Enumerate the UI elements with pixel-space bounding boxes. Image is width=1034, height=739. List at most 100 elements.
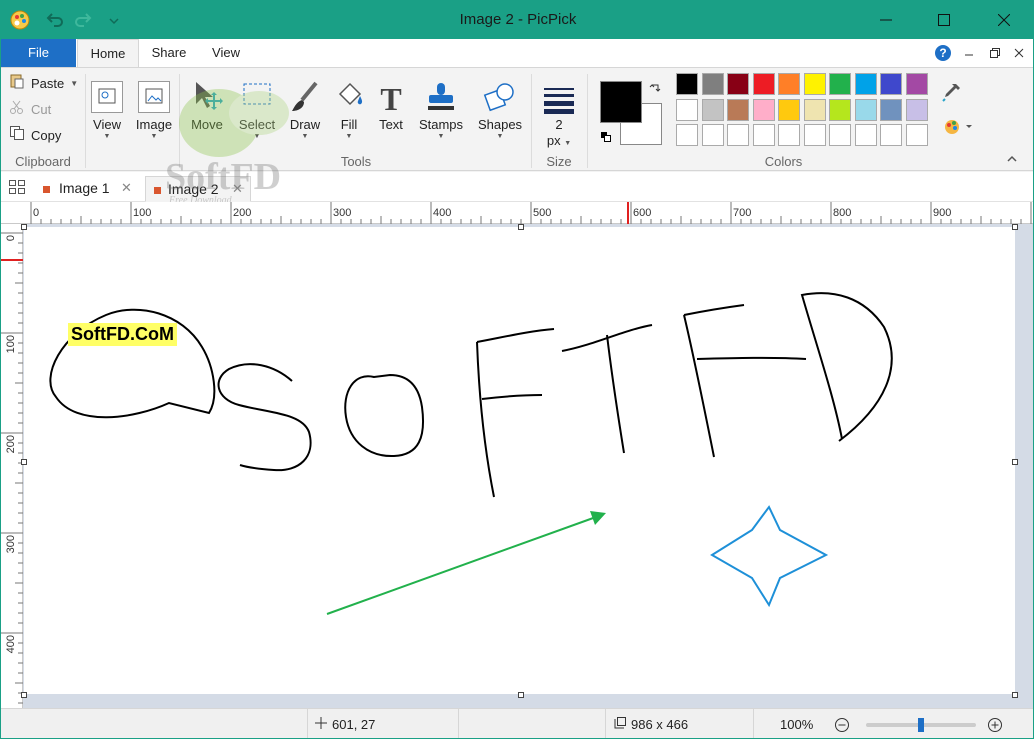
copy-button[interactable]: Copy <box>9 125 61 147</box>
size-group-label: Size <box>546 154 572 169</box>
close-button[interactable] <box>981 1 1027 39</box>
text-label: Text <box>379 117 403 132</box>
collapse-ribbon-icon[interactable] <box>1006 152 1018 167</box>
palette-swatch[interactable] <box>676 73 698 95</box>
palette-swatch[interactable] <box>778 73 800 95</box>
image-label: Image <box>135 117 173 132</box>
bubble-text: SoftFD.CoM <box>68 323 177 346</box>
resize-handle[interactable] <box>518 224 524 230</box>
palette-swatch[interactable] <box>854 124 877 146</box>
palette-swatch[interactable] <box>880 124 902 146</box>
palette-swatch[interactable] <box>701 98 724 121</box>
ruler-tick-label: 300 <box>333 207 351 219</box>
move-button[interactable]: Move <box>183 72 231 148</box>
doc-tab-image-1[interactable]: Image 1 ✕ <box>43 176 141 202</box>
palette-swatch[interactable] <box>676 98 698 121</box>
doc-tab-image-2[interactable]: Image 2 ✕ <box>145 176 251 202</box>
status-divider <box>753 709 754 738</box>
maximize-button[interactable] <box>921 1 967 39</box>
ribbon-separator <box>179 74 180 168</box>
tab-file[interactable]: File <box>1 39 76 67</box>
svg-text:T: T <box>380 81 401 114</box>
fill-label: Fill <box>340 117 358 132</box>
tab-grid-icon[interactable] <box>9 180 25 197</box>
brush-icon <box>281 72 329 114</box>
palette-swatch[interactable] <box>752 73 775 95</box>
palette-swatch[interactable] <box>905 73 928 95</box>
view-label: View <box>93 117 121 132</box>
zoom-slider[interactable] <box>866 718 976 732</box>
eyedropper-icon[interactable] <box>942 82 962 105</box>
palette-swatch[interactable] <box>880 98 902 121</box>
resize-handle[interactable] <box>21 459 27 465</box>
close-tab-icon[interactable]: ✕ <box>232 177 243 201</box>
palette-swatch[interactable] <box>752 98 775 121</box>
ruler-tick-label: 400 <box>433 207 451 219</box>
ribbon-home: Paste ▼ Cut Copy Clipboard View ▼ Image … <box>1 67 1033 171</box>
blue-star <box>710 505 829 608</box>
draw-label: Draw <box>289 117 321 132</box>
chevron-down-icon: ▼ <box>253 133 261 140</box>
title-bar: Image 2 - PicPick <box>1 1 1033 39</box>
reset-colors-icon[interactable] <box>601 130 611 145</box>
palette-swatch[interactable] <box>829 73 851 95</box>
minimize-button[interactable] <box>863 1 909 39</box>
palette-swatch[interactable] <box>905 124 928 146</box>
status-divider <box>307 709 308 738</box>
palette-swatch[interactable] <box>676 124 698 146</box>
chevron-down-icon: ▼ <box>301 133 309 140</box>
palette-swatch[interactable] <box>803 73 826 95</box>
palette-swatch[interactable] <box>829 124 851 146</box>
palette-swatch[interactable] <box>701 124 724 146</box>
resize-handle[interactable] <box>1012 224 1018 230</box>
green-arrow-line <box>326 516 597 615</box>
stamps-button[interactable]: Stamps ▼ <box>415 72 467 148</box>
image-button[interactable]: Image ▼ <box>130 72 178 148</box>
ribbon-restore-icon[interactable] <box>985 43 1005 63</box>
fill-button[interactable]: Fill ▼ <box>325 72 373 148</box>
resize-handle[interactable] <box>21 692 27 698</box>
palette-swatch[interactable] <box>752 124 775 146</box>
zoom-in-button[interactable] <box>987 717 1003 733</box>
resize-handle[interactable] <box>518 692 524 698</box>
resize-handle[interactable] <box>21 224 27 230</box>
size-button[interactable]: 2 px ▼ <box>535 72 583 148</box>
paste-button[interactable]: Paste ▼ <box>9 73 78 95</box>
help-icon[interactable]: ? <box>933 43 953 63</box>
palette-swatch[interactable] <box>829 98 851 121</box>
palette-swatch[interactable] <box>854 73 877 95</box>
palette-swatch[interactable] <box>778 124 800 146</box>
palette-swatch[interactable] <box>727 73 749 95</box>
view-button[interactable]: View ▼ <box>83 72 131 148</box>
select-button[interactable]: Select ▼ <box>233 72 281 148</box>
palette-swatch[interactable] <box>803 124 826 146</box>
palette-swatch[interactable] <box>727 124 749 146</box>
cut-button[interactable]: Cut <box>9 99 51 121</box>
copy-label: Copy <box>31 128 62 143</box>
resize-handle[interactable] <box>1012 459 1018 465</box>
drawing-canvas[interactable]: SoftFD.CoM <box>24 227 1015 694</box>
zoom-out-button[interactable] <box>834 717 850 733</box>
tab-view[interactable]: View <box>199 39 253 67</box>
zoom-slider-thumb[interactable] <box>918 718 924 732</box>
shapes-button[interactable]: Shapes ▼ <box>475 72 525 148</box>
color-picker-wheel-icon[interactable] <box>942 117 972 140</box>
draw-button[interactable]: Draw ▼ <box>281 72 329 148</box>
palette-swatch[interactable] <box>880 73 902 95</box>
palette-swatch[interactable] <box>701 73 724 95</box>
tab-home[interactable]: Home <box>77 39 139 68</box>
zoom-percentage[interactable]: 100% <box>780 717 813 732</box>
palette-swatch[interactable] <box>854 98 877 121</box>
text-button[interactable]: T Text <box>367 72 415 148</box>
ribbon-minimize-icon[interactable] <box>959 43 979 63</box>
palette-swatch[interactable] <box>803 98 826 121</box>
doc-tab-label: Image 2 <box>168 181 219 197</box>
palette-swatch[interactable] <box>778 98 800 121</box>
swap-colors-icon[interactable] <box>649 82 661 97</box>
palette-swatch[interactable] <box>905 98 928 121</box>
ribbon-close-icon[interactable] <box>1009 43 1029 63</box>
close-tab-icon[interactable]: ✕ <box>121 176 132 200</box>
tab-share[interactable]: Share <box>141 39 197 67</box>
resize-handle[interactable] <box>1012 692 1018 698</box>
palette-swatch[interactable] <box>727 98 749 121</box>
